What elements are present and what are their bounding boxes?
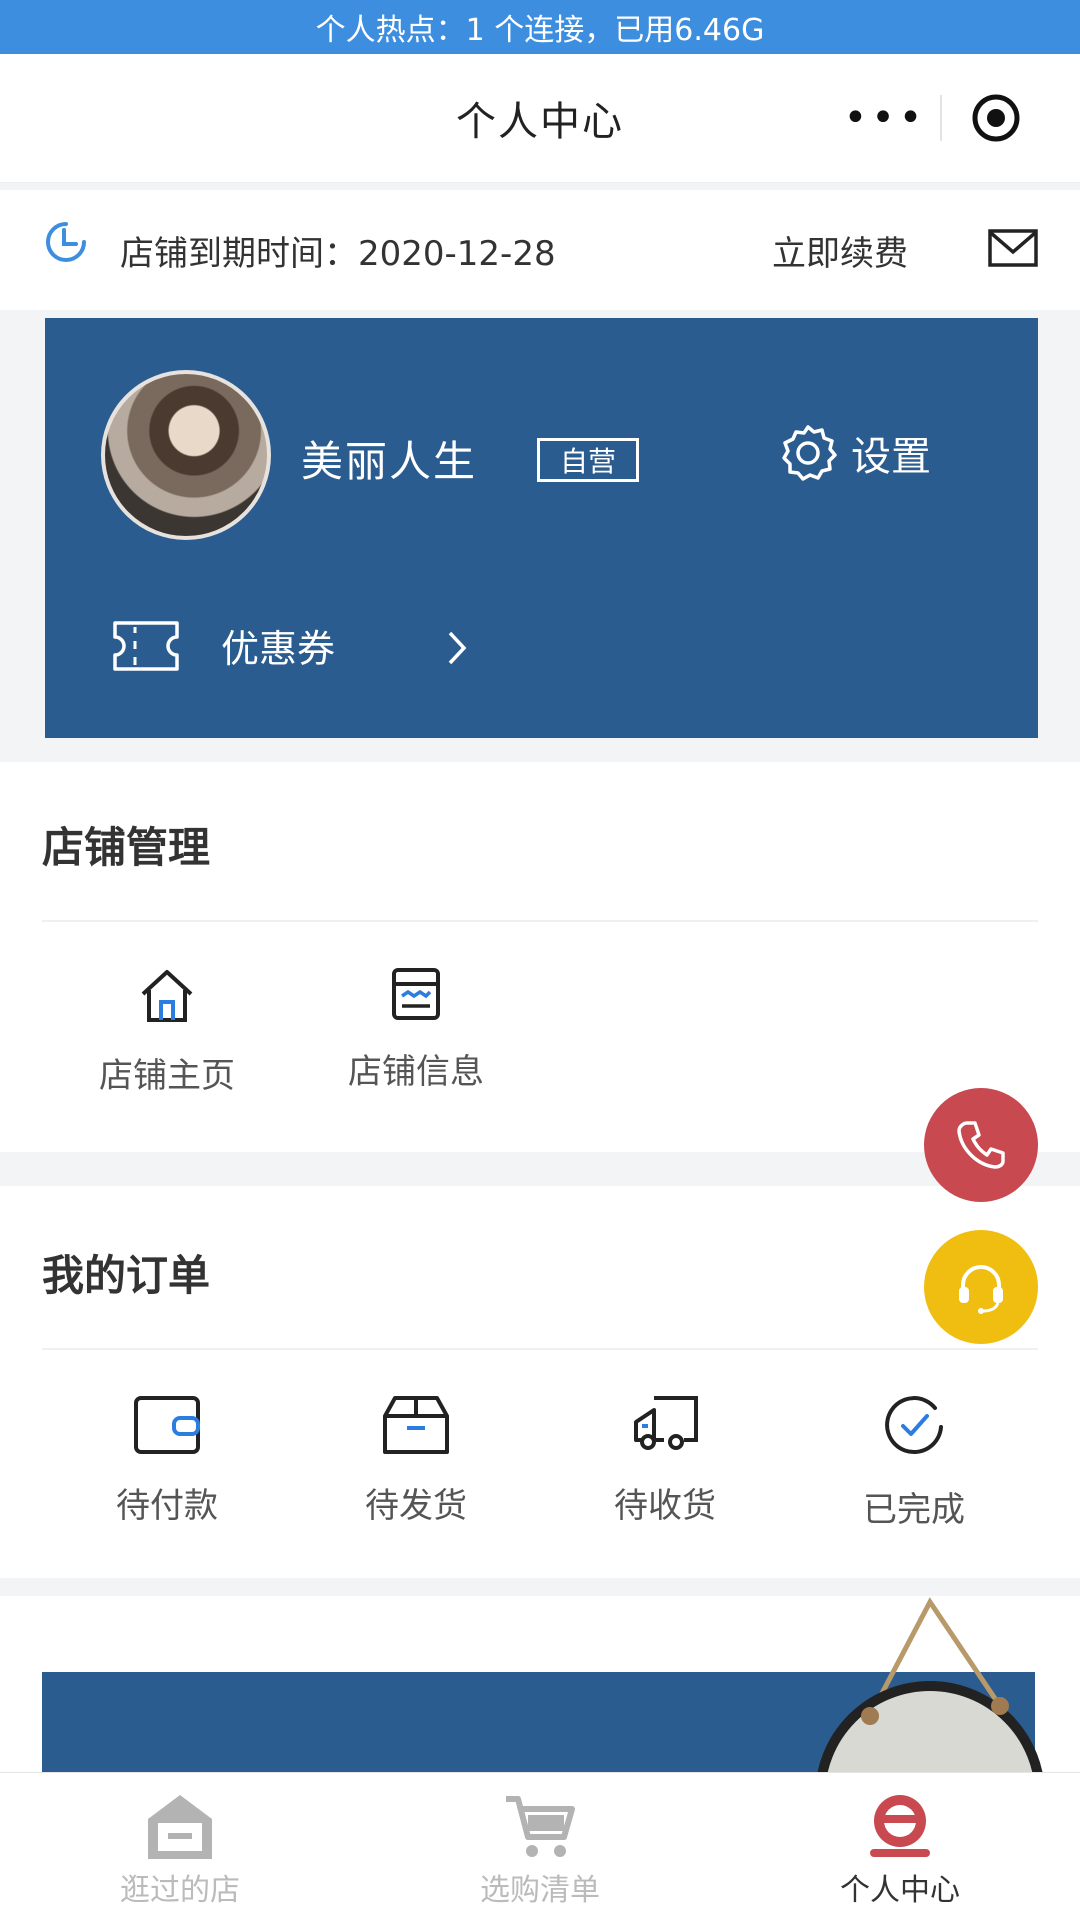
- coupon-entry[interactable]: 优惠券: [111, 618, 335, 673]
- tab-personal-center[interactable]: 个人中心: [720, 1773, 1080, 1921]
- store-info-item[interactable]: 店铺信息: [311, 966, 521, 1093]
- hotspot-status-bar: 个人热点：1 个连接，已用6.46G: [0, 0, 1080, 54]
- customer-service-button[interactable]: [924, 1230, 1038, 1344]
- badge-label: 自营: [559, 445, 616, 478]
- hotspot-text: 个人热点：1 个连接，已用6.46G: [315, 13, 765, 48]
- mini-program-capsule: •••: [830, 78, 1050, 158]
- phone-icon: [957, 1121, 1005, 1169]
- section-title: 我的订单: [42, 1251, 211, 1300]
- section-divider: [42, 1348, 1038, 1350]
- profile-card: 美丽人生 自营 设置 优惠券: [45, 318, 1038, 738]
- self-operated-badge: 自营: [537, 438, 639, 482]
- order-pending-receipt[interactable]: 待收货: [560, 1394, 770, 1527]
- gear-icon: [782, 425, 837, 481]
- tab-visited-shops[interactable]: 逛过的店: [0, 1773, 360, 1921]
- order-pending-payment[interactable]: 待付款: [62, 1394, 272, 1527]
- close-mini-program-button[interactable]: [942, 78, 1050, 158]
- avatar[interactable]: [101, 370, 271, 540]
- renew-button[interactable]: 立即续费: [772, 226, 908, 275]
- store-expiry-row: 店铺到期时间：2020-12-28 立即续费: [0, 190, 1080, 310]
- coupon-icon: [113, 620, 179, 671]
- store-info-icon: [392, 968, 440, 1020]
- wallet-icon: [134, 1396, 200, 1454]
- hanging-clock-image: [817, 1597, 1043, 1772]
- order-pending-receipt-label: 待收货: [614, 1486, 716, 1526]
- order-completed-label: 已完成: [863, 1490, 965, 1530]
- section-title: 店铺管理: [42, 823, 211, 872]
- bottom-tab-bar: 逛过的店 选购清单 个人中心: [0, 1772, 1080, 1921]
- section-divider: [42, 920, 1038, 922]
- mail-icon[interactable]: [988, 228, 1038, 268]
- phone-call-button[interactable]: [924, 1088, 1038, 1202]
- order-completed[interactable]: 已完成: [809, 1394, 1019, 1531]
- my-orders-section: 我的订单 待付款 待发货 待收货 已完成: [0, 1186, 1080, 1578]
- user-icon: [870, 1795, 930, 1857]
- more-dots-icon: •••: [843, 95, 927, 141]
- truck-icon: [634, 1396, 698, 1450]
- tab-label: 选购清单: [480, 1873, 600, 1908]
- package-icon: [383, 1396, 449, 1454]
- expiry-date-label: 店铺到期时间：2020-12-28: [120, 234, 556, 274]
- order-pending-payment-label: 待付款: [116, 1486, 218, 1526]
- target-icon: [972, 94, 1020, 142]
- page-title: 个人中心: [456, 99, 624, 145]
- coupon-label: 优惠券: [221, 627, 336, 671]
- store-info-label: 店铺信息: [348, 1052, 484, 1092]
- settings-label: 设置: [851, 434, 931, 480]
- check-circle-icon: [885, 1396, 943, 1454]
- more-menu-button[interactable]: •••: [830, 78, 940, 158]
- tab-label: 个人中心: [840, 1873, 960, 1908]
- chevron-right-icon: [448, 631, 467, 665]
- navigation-bar: 个人中心 •••: [0, 54, 1080, 183]
- promo-banner-area: [0, 1596, 1080, 1772]
- store-home-label: 店铺主页: [99, 1056, 235, 1096]
- tab-label: 逛过的店: [120, 1873, 240, 1908]
- order-pending-shipment[interactable]: 待发货: [311, 1394, 521, 1527]
- clock-icon: [46, 222, 86, 262]
- tab-shopping-list[interactable]: 选购清单: [360, 1773, 720, 1921]
- cart-icon: [506, 1796, 575, 1857]
- house-icon: [141, 970, 193, 1022]
- store-management-section: 店铺管理 店铺主页 店铺信息: [0, 762, 1080, 1152]
- order-pending-shipment-label: 待发货: [365, 1486, 467, 1526]
- store-home-item[interactable]: 店铺主页: [62, 966, 272, 1097]
- settings-button[interactable]: 设置: [777, 422, 931, 484]
- user-name: 美丽人生: [301, 437, 478, 486]
- headset-icon: [959, 1265, 1003, 1314]
- shop-icon: [148, 1795, 212, 1859]
